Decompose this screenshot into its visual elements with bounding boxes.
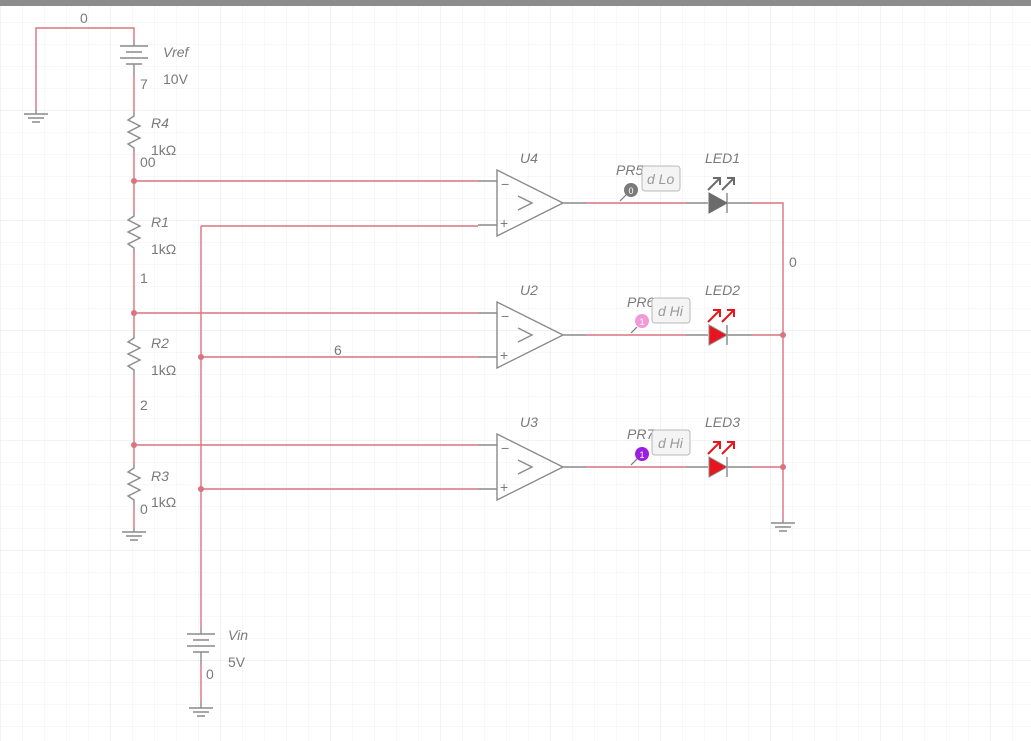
u4-minus-pin: − bbox=[501, 176, 509, 192]
r2-name: R2 bbox=[151, 335, 169, 351]
net-label-vin-bottom: 0 bbox=[206, 666, 214, 682]
u3-name: U3 bbox=[520, 414, 538, 430]
led3-name: LED3 bbox=[705, 414, 740, 430]
pr6-reading: d Hi bbox=[658, 303, 684, 319]
vref-value: 10V bbox=[163, 71, 189, 87]
pr5-reading: d Lo bbox=[647, 171, 674, 187]
pr7-name: PR7 bbox=[627, 426, 655, 442]
u2-name: U2 bbox=[520, 282, 538, 298]
top-border bbox=[0, 0, 1031, 6]
u2-minus-pin: − bbox=[501, 308, 509, 324]
net-label-top-gnd: 0 bbox=[80, 10, 88, 26]
pr5-badge-text: 0 bbox=[628, 186, 633, 196]
vin-name: Vin bbox=[228, 627, 248, 643]
pr7-badge-text: 1 bbox=[639, 450, 644, 460]
u2-plus-pin: + bbox=[500, 347, 508, 363]
pr6-badge-text: 1 bbox=[639, 317, 644, 327]
vref-name: Vref bbox=[163, 44, 191, 60]
led2-name: LED2 bbox=[705, 282, 740, 298]
pr5-name: PR5 bbox=[616, 162, 643, 178]
u4-name: U4 bbox=[520, 150, 538, 166]
r3-value: 1kΩ bbox=[151, 494, 176, 510]
u3-plus-pin: + bbox=[500, 479, 508, 495]
vin-value: 5V bbox=[228, 654, 246, 670]
net-label-vref-minus: 7 bbox=[140, 76, 148, 92]
r1-name: R1 bbox=[151, 214, 169, 230]
led1-name: LED1 bbox=[705, 150, 740, 166]
net-label-r4-r1: 00 bbox=[140, 154, 156, 170]
r4-name: R4 bbox=[151, 115, 169, 131]
r1-value: 1kΩ bbox=[151, 241, 176, 257]
net-label-led-return: 0 bbox=[789, 254, 797, 270]
net-label-vin-line: 6 bbox=[334, 342, 342, 358]
pr7-reading: d Hi bbox=[658, 435, 684, 451]
u3-minus-pin: − bbox=[501, 440, 509, 456]
net-label-r1-r2: 1 bbox=[140, 270, 148, 286]
r2-value: 1kΩ bbox=[151, 362, 176, 378]
net-label-r3-bottom: 0 bbox=[140, 501, 148, 517]
net-label-r2-r3: 2 bbox=[140, 397, 148, 413]
u4-plus-pin: + bbox=[500, 215, 508, 231]
r3-name: R3 bbox=[151, 468, 169, 484]
schematic-canvas[interactable]: Vref 10V Vin 5V R4 1kΩ R1 1kΩ R2 1kΩ R3 … bbox=[0, 0, 1031, 741]
pr6-name: PR6 bbox=[627, 294, 654, 310]
